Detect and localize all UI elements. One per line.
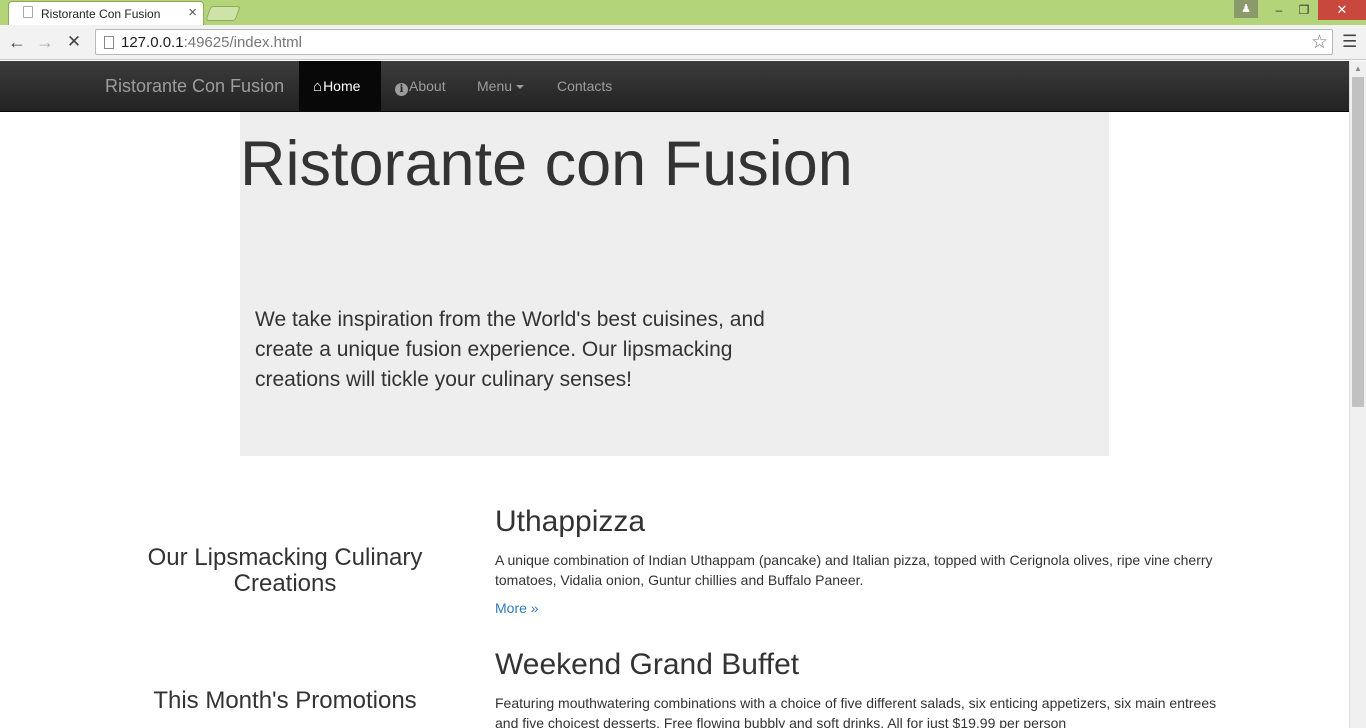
vertical-scrollbar[interactable]: ▲ (1349, 61, 1366, 728)
nav-item-about[interactable]: i About (395, 61, 446, 112)
scrollbar-thumb[interactable] (1352, 77, 1364, 407)
page-viewport: Ristorante Con Fusion ⌂Home i About Menu … (0, 61, 1349, 728)
bookmark-star-icon[interactable]: ☆ (1311, 31, 1328, 54)
caret-down-icon (516, 85, 525, 90)
page-icon (23, 6, 33, 18)
hamburger-menu-icon[interactable]: ☰ (1342, 32, 1357, 52)
jumbotron: Ristorante con Fusion We take inspiratio… (240, 112, 1109, 456)
item-title: Weekend Grand Buffet (495, 648, 800, 681)
browser-tab[interactable]: Ristorante Con Fusion × (8, 1, 204, 25)
more-link[interactable]: More » (495, 600, 539, 616)
tab-title: Ristorante Con Fusion (41, 7, 161, 21)
url-path: :49625/index.html (183, 34, 302, 51)
url-host: 127.0.0.1 (121, 34, 184, 51)
address-bar[interactable]: 127.0.0.1:49625/index.html ☆ (95, 29, 1333, 55)
site-navbar: Ristorante Con Fusion ⌂Home i About Menu … (0, 61, 1349, 112)
tab-close-icon[interactable]: × (188, 5, 197, 21)
minimize-button[interactable]: – (1266, 0, 1292, 20)
navbar-brand[interactable]: Ristorante Con Fusion (105, 76, 284, 97)
back-icon[interactable]: ← (6, 31, 28, 53)
nav-label-contacts: Contacts (557, 78, 613, 94)
home-icon: ⌂ (313, 78, 323, 95)
page-icon (104, 36, 114, 49)
nav-item-menu[interactable]: Menu (477, 61, 525, 112)
forward-icon[interactable]: → (34, 31, 56, 53)
url-text[interactable]: 127.0.0.1:49625/index.html (121, 34, 302, 51)
item-description: Featuring mouthwatering combinations wit… (495, 695, 1217, 728)
nav-label-menu: Menu (477, 78, 513, 94)
page-title: Ristorante con Fusion (240, 129, 853, 199)
close-window-button[interactable]: ✕ (1318, 0, 1366, 20)
nav-label-about: About (409, 78, 446, 94)
user-icon[interactable]: ♟ (1234, 0, 1258, 18)
item-title: Uthappizza (495, 505, 646, 538)
nav-item-contacts[interactable]: Contacts (557, 61, 612, 112)
scroll-up-icon[interactable]: ▲ (1354, 64, 1362, 73)
new-tab-button[interactable] (205, 6, 241, 21)
nav-label-home: Home (323, 78, 361, 94)
restore-button[interactable]: ❐ (1291, 0, 1317, 20)
section-heading-promotions: This Month's Promotions (153, 687, 417, 714)
nav-item-home[interactable]: ⌂Home (299, 61, 381, 112)
info-icon: i (395, 83, 408, 96)
browser-toolbar: ← → ✕ 127.0.0.1:49625/index.html ☆ ☰ (0, 25, 1366, 60)
section-heading-creations: Our Lipsmacking Culinary Creations (147, 544, 423, 597)
media-item-uthappizza: Uthappizza A unique combination of India… (495, 504, 1240, 618)
jumbotron-text: We take inspiration from the World's bes… (255, 308, 765, 391)
media-item-buffet: Weekend Grand Buffet Featuring mouthwate… (495, 647, 1240, 728)
browser-titlebar: Ristorante Con Fusion × ♟ – ❐ ✕ (0, 0, 1366, 25)
item-description: A unique combination of Indian Uthappam … (495, 552, 1213, 588)
stop-icon[interactable]: ✕ (63, 31, 85, 53)
